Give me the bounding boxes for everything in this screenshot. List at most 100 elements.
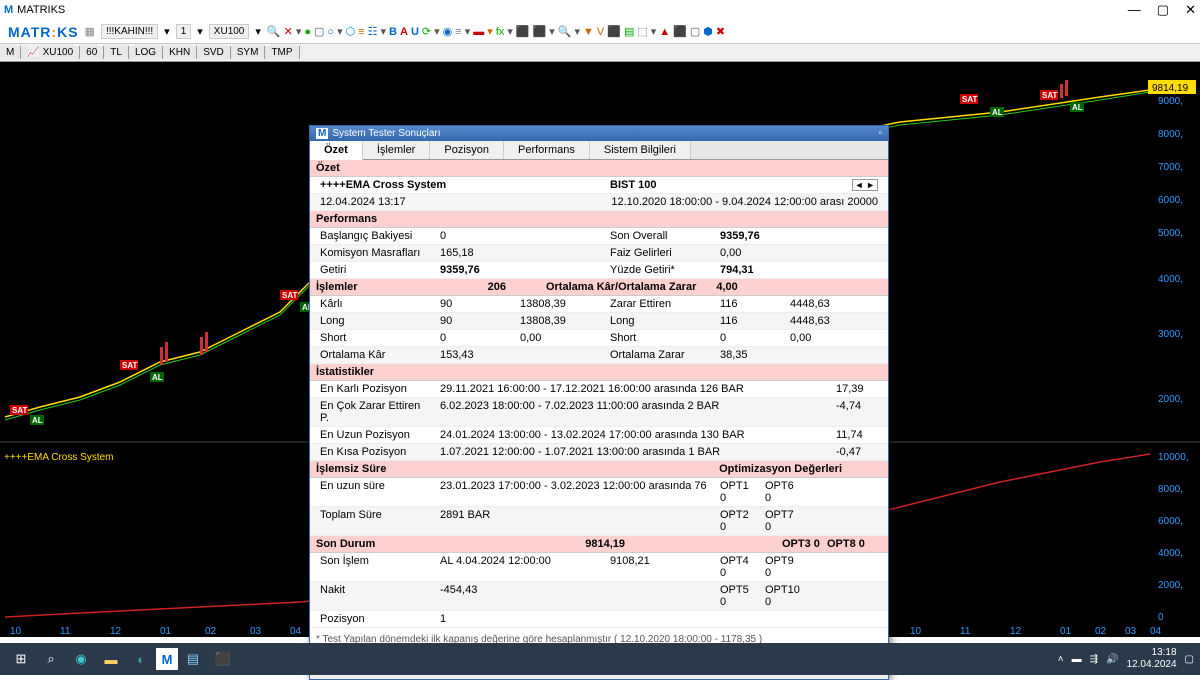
brand-logo: MATR:KS (8, 24, 79, 40)
tool-icon[interactable]: ▢ (314, 25, 324, 38)
taskbar-clock[interactable]: 13:18 12.04.2024 (1126, 647, 1176, 671)
matriks-icon[interactable]: M (156, 648, 178, 670)
tab-performans[interactable]: Performans (504, 141, 590, 159)
svg-text:4000,: 4000, (1158, 274, 1183, 285)
tool-icon[interactable]: ◉ (443, 25, 453, 38)
sub-tab[interactable]: SYM (231, 46, 266, 59)
tray-chevron-icon[interactable]: ˄ (1058, 654, 1064, 665)
svg-text:02: 02 (1095, 626, 1107, 637)
svg-text:0: 0 (1158, 612, 1164, 623)
tool-icon[interactable]: ▾ (337, 25, 343, 38)
sub-tab[interactable]: LOG (129, 46, 163, 59)
main-toolbar: MATR:KS ▦ !!!KAHIN!!! ▾ 1 ▾ XU100 ▾ 🔍 ✕ … (0, 20, 1200, 44)
tool-icon[interactable]: ▾ (507, 25, 513, 38)
tool-icon[interactable]: ○ (327, 26, 334, 38)
price-label: 9814,19 (1152, 83, 1189, 94)
tool-icon[interactable]: fx (496, 26, 505, 38)
window-title: MATRIKS (17, 4, 65, 16)
tool-icon[interactable]: ▾ (549, 25, 555, 38)
maximize-icon[interactable]: ▢ (1157, 2, 1169, 18)
svg-text:11: 11 (60, 626, 71, 637)
tool-icon[interactable]: ≡ (358, 26, 364, 38)
battery-icon[interactable]: ▬ (1072, 654, 1082, 665)
wifi-icon[interactable]: ⇶ (1090, 654, 1098, 665)
tool-icon[interactable]: ⬛ (516, 25, 530, 38)
tool-icon[interactable]: ▤ (624, 25, 634, 38)
tool-icon[interactable]: ⬛ (673, 25, 687, 38)
tool-icon[interactable]: ▾ (465, 25, 471, 38)
explorer-icon[interactable]: ▬ (96, 645, 126, 673)
sub-tab[interactable]: SVD (197, 46, 231, 59)
tool-icon[interactable]: ⬛ (607, 25, 621, 38)
svg-text:02: 02 (205, 626, 217, 637)
sub-tab[interactable]: KHN (163, 46, 197, 59)
sub-toolbar: M 📈 XU100 60 TL LOG KHN SVD SYM TMP (0, 44, 1200, 62)
tab-pozisyon[interactable]: Pozisyon (430, 141, 504, 159)
symbol-dropdown[interactable]: XU100 (209, 24, 250, 39)
tool-icon[interactable]: ⬚ (637, 25, 647, 38)
b-button[interactable]: B (389, 26, 397, 38)
svg-text:8000,: 8000, (1158, 484, 1183, 495)
windows-taskbar: ⊞ ⌕ ◉ ▬ ◐ M ▤ ⬛ ˄ ▬ ⇶ 🔊 13:18 12.04.2024… (0, 643, 1200, 675)
u-button[interactable]: U (411, 26, 419, 38)
tool-icon[interactable]: ▾ (296, 25, 302, 38)
sub-tab[interactable]: TL (104, 46, 129, 59)
sub-tab[interactable]: 60 (80, 46, 104, 59)
tool-icon[interactable]: ≡ (455, 26, 461, 38)
tab-sistem[interactable]: Sistem Bilgileri (590, 141, 691, 159)
svg-text:3000,: 3000, (1158, 329, 1183, 340)
dropdown-icon[interactable]: ▾ (197, 25, 203, 38)
volume-icon[interactable]: 🔊 (1106, 654, 1118, 665)
tool-icon[interactable]: ▬ (473, 26, 484, 38)
sub-tab[interactable]: TMP (265, 46, 299, 59)
tool-icon[interactable]: ✕ (284, 25, 293, 38)
notification-icon[interactable]: ▢ (1185, 654, 1194, 665)
tab-ozet[interactable]: Özet (310, 141, 363, 160)
system-name: ++++EMA Cross System (316, 178, 606, 192)
tool-icon[interactable]: ▾ (574, 25, 580, 38)
tool-icon[interactable]: ⬡ (346, 25, 356, 38)
acrobat-icon[interactable]: ⬛ (208, 645, 238, 673)
search-icon[interactable]: ⌕ (36, 645, 66, 673)
minimize-icon[interactable]: — (1128, 2, 1141, 18)
tool-icon[interactable]: 🔍 (558, 25, 572, 38)
tool-icon[interactable]: ▾ (381, 25, 387, 38)
tool-icon[interactable]: ▲ (659, 26, 670, 38)
section-islemler: İşlemler206Ortalama Kâr/Ortalama Zarar4,… (310, 279, 888, 296)
grid-icon[interactable]: ▦ (85, 25, 95, 38)
dropdown-icon[interactable]: ▾ (164, 25, 170, 38)
dialog-title-text: System Tester Sonuçları (332, 128, 440, 139)
app-icon[interactable]: ◐ (126, 645, 156, 673)
svg-text:2000,: 2000, (1158, 394, 1183, 405)
start-icon[interactable]: ⊞ (6, 645, 36, 673)
dropdown-icon[interactable]: ▾ (255, 25, 261, 38)
sub-tab[interactable]: M (0, 46, 21, 59)
kahin-dropdown[interactable]: !!!KAHIN!!! (101, 24, 158, 39)
nav-arrows[interactable]: ◄ ► (852, 179, 878, 191)
tool-icon[interactable]: ▢ (690, 25, 700, 38)
tool-icon[interactable]: ⬢ (703, 25, 713, 38)
tool-icon[interactable]: V (597, 26, 604, 38)
close-icon[interactable]: ✕ (1185, 2, 1196, 18)
svg-text:SAT: SAT (1042, 91, 1058, 100)
tool-icon[interactable]: ▾ (487, 25, 493, 38)
svg-text:10: 10 (10, 626, 22, 637)
a-button[interactable]: A (400, 26, 408, 38)
tab-islemler[interactable]: İşlemler (363, 141, 431, 159)
tool-icon[interactable]: ▾ (434, 25, 440, 38)
tool-icon[interactable]: ▾ (651, 25, 657, 38)
tool-icon[interactable]: ▼ (583, 26, 594, 38)
search-icon[interactable]: 🔍 (267, 25, 281, 38)
tool-icon[interactable]: ✖ (716, 25, 725, 38)
tool-icon[interactable]: ⬛ (533, 25, 547, 38)
edge-icon[interactable]: ◉ (66, 645, 96, 673)
dialog-title-bar[interactable]: M System Tester Sonuçları ▫ (310, 126, 888, 141)
app-icon[interactable]: ▤ (178, 645, 208, 673)
sub-tab[interactable]: 📈 XU100 (21, 46, 80, 59)
tool-icon[interactable]: ● (304, 26, 311, 38)
tool-icon[interactable]: ⟳ (422, 25, 431, 38)
tool-icon[interactable]: ☷ (368, 25, 378, 38)
one-button[interactable]: 1 (176, 24, 192, 39)
section-islemsiz: İşlemsiz SüreOptimizasyon Değerleri (310, 461, 888, 478)
dialog-close-icon[interactable]: ▫ (878, 128, 882, 139)
